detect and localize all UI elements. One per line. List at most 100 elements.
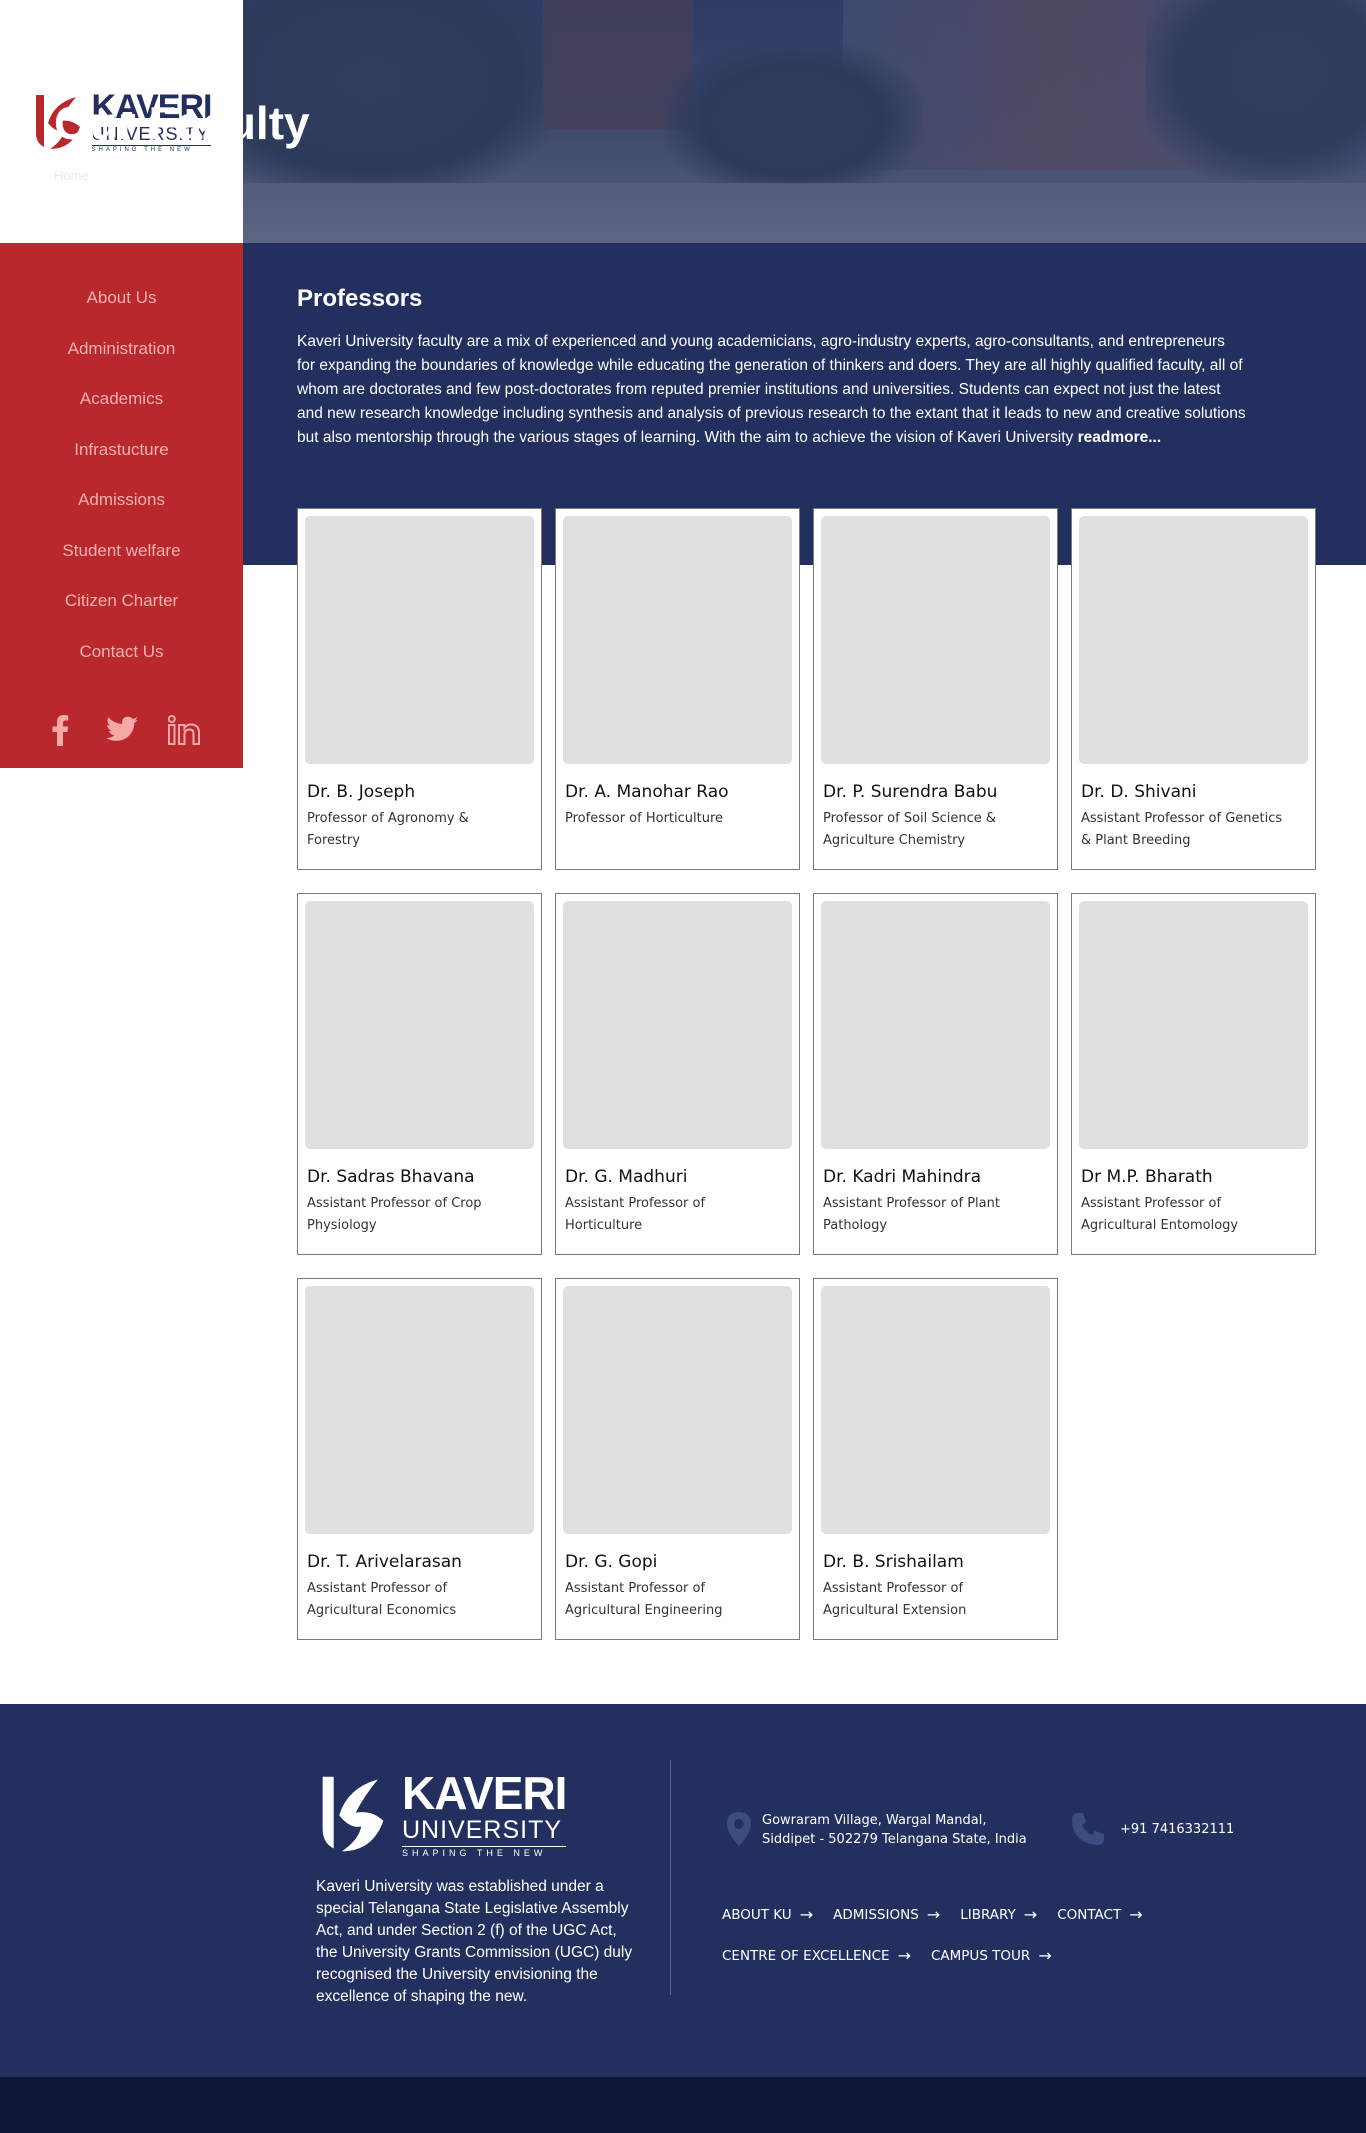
faculty-name: Dr. P. Surendra Babu xyxy=(823,782,998,802)
faculty-card[interactable]: Dr. T. Arivelarasan Assistant Professor … xyxy=(297,1278,542,1640)
facebook-icon[interactable] xyxy=(43,713,77,747)
faculty-card[interactable]: Dr. B. Joseph Professor of Agronomy & Fo… xyxy=(297,508,542,870)
faculty-role: Assistant Professor of Agricultural Exte… xyxy=(823,1581,967,1618)
footer-address: Gowraram Village, Wargal Mandal, Siddipe… xyxy=(726,1811,1062,1849)
readmore-link[interactable]: readmore... xyxy=(1078,429,1162,446)
faculty-role: Assistant Professor of Genetics & Plant … xyxy=(1081,811,1283,848)
faculty-grid: Dr. B. Joseph Professor of Agronomy & Fo… xyxy=(297,508,1316,1640)
faculty-role: Assistant Professor of Crop Physiology xyxy=(307,1196,482,1233)
faculty-name: Dr. Sadras Bhavana xyxy=(307,1167,475,1187)
intro-paragraph: Kaveri University faculty are a mix of e… xyxy=(297,330,1247,450)
faculty-photo xyxy=(1079,901,1308,1149)
footer-bottom-bar xyxy=(0,2077,1366,2133)
footer-phone: +91 7416332111 xyxy=(1070,1811,1234,1847)
sidebar: About Us Administration Academics Infras… xyxy=(0,243,243,768)
faculty-photo xyxy=(305,901,534,1149)
breadcrumb-home[interactable]: Home xyxy=(54,168,89,183)
faculty-photo xyxy=(305,1286,534,1534)
sidebar-item-student-welfare[interactable]: Student welfare xyxy=(0,526,243,577)
arrow-right-icon: → xyxy=(926,1905,941,1924)
twitter-icon[interactable] xyxy=(105,713,139,747)
footer-link-admissions[interactable]: ADMISSIONS → xyxy=(833,1905,940,1924)
faculty-photo xyxy=(563,1286,792,1534)
faculty-card[interactable]: Dr. Kadri Mahindra Assistant Professor o… xyxy=(813,893,1058,1255)
footer-link-label: CENTRE OF EXCELLENCE xyxy=(722,1947,890,1964)
arrow-right-icon: → xyxy=(897,1946,911,1965)
phone-icon xyxy=(1072,1813,1104,1845)
faculty-photo xyxy=(821,516,1050,764)
footer xyxy=(0,1704,1366,2077)
footer-link-library[interactable]: LIBRARY → xyxy=(960,1905,1037,1924)
faculty-card[interactable]: Dr. B. Srishailam Assistant Professor of… xyxy=(813,1278,1058,1640)
faculty-card[interactable]: Dr M.P. Bharath Assistant Professor of A… xyxy=(1071,893,1316,1255)
footer-link-label: ADMISSIONS xyxy=(833,1906,919,1923)
faculty-role: Assistant Professor of Agricultural Engi… xyxy=(565,1581,723,1618)
footer-link-label: ABOUT KU xyxy=(722,1906,792,1923)
sidebar-item-contact-us[interactable]: Contact Us xyxy=(0,627,243,678)
sidebar-nav: About Us Administration Academics Infras… xyxy=(0,243,243,677)
faculty-role: Professor of Horticulture xyxy=(565,811,724,826)
faculty-photo xyxy=(1079,516,1308,764)
linkedin-icon[interactable] xyxy=(167,713,201,747)
sidebar-item-academics[interactable]: Academics xyxy=(0,374,243,425)
footer-links: ABOUT KU → ADMISSIONS → LIBRARY → CONTACT → … xyxy=(722,1905,1282,1965)
faculty-role: Professor of Soil Science & Agriculture … xyxy=(823,811,997,848)
footer-divider xyxy=(670,1760,671,1995)
footer-about-text: Kaveri University was established under … xyxy=(316,1878,633,2005)
social-links xyxy=(0,713,243,747)
footer-link-campus-tour[interactable]: CAMPUS TOUR → xyxy=(931,1946,1052,1965)
faculty-card[interactable]: Dr. G. Madhuri Assistant Professor of Ho… xyxy=(555,893,800,1255)
faculty-name: Dr. T. Arivelarasan xyxy=(307,1552,462,1572)
faculty-card[interactable]: Dr. G. Gopi Assistant Professor of Agric… xyxy=(555,1278,800,1640)
section-title: Professors xyxy=(297,285,423,312)
address-line-2: Siddipet - 502279 Telangana State, India xyxy=(762,1832,1027,1847)
faculty-name: Dr. B. Joseph xyxy=(307,782,416,802)
sidebar-item-admissions[interactable]: Admissions xyxy=(0,475,243,526)
footer-brand-tagline: SHAPING THE NEW xyxy=(402,1846,567,1858)
faculty-name: Dr. A. Manohar Rao xyxy=(565,782,729,802)
location-pin-icon xyxy=(727,1812,751,1846)
faculty-card[interactable]: Dr. Sadras Bhavana Assistant Professor o… xyxy=(297,893,542,1255)
hero-overlay xyxy=(243,0,1366,243)
faculty-photo xyxy=(305,516,534,764)
footer-link-contact[interactable]: CONTACT → xyxy=(1057,1905,1142,1924)
footer-brand-name: KAVERI xyxy=(402,1767,567,1819)
sidebar-item-citizen-charter[interactable]: Citizen Charter xyxy=(0,576,243,627)
sidebar-item-about-us[interactable]: About Us xyxy=(0,273,243,324)
faculty-name: Dr M.P. Bharath xyxy=(1081,1167,1213,1187)
faculty-card[interactable]: Dr. A. Manohar Rao Professor of Horticul… xyxy=(555,508,800,870)
kaveri-logo-mark-icon xyxy=(322,1776,384,1852)
faculty-photo xyxy=(821,901,1050,1149)
footer-brand-sub: UNIVERSITY xyxy=(402,1816,563,1844)
arrow-right-icon: → xyxy=(799,1905,814,1924)
faculty-photo xyxy=(563,516,792,764)
faculty-card[interactable]: Dr. P. Surendra Babu Professor of Soil S… xyxy=(813,508,1058,870)
phone-number[interactable]: +91 7416332111 xyxy=(1120,1822,1234,1837)
faculty-name: Dr. G. Gopi xyxy=(565,1552,658,1572)
footer-link-about-ku[interactable]: ABOUT KU → xyxy=(722,1905,813,1924)
faculty-photo xyxy=(821,1286,1050,1534)
faculty-role: Assistant Professor of Agricultural Econ… xyxy=(307,1581,457,1618)
breadcrumb: Home >> knowusbetter xyxy=(54,168,188,183)
footer-logo[interactable]: KAVERI UNIVERSITY SHAPING THE NEW xyxy=(316,1767,567,1858)
faculty-name: Dr. G. Madhuri xyxy=(565,1167,688,1187)
faculty-role: Assistant Professor of Plant Pathology xyxy=(823,1196,1000,1233)
sidebar-item-administration[interactable]: Administration xyxy=(0,324,243,375)
faculty-photo xyxy=(563,901,792,1149)
hero-banner xyxy=(243,0,1366,243)
footer-link-label: CONTACT xyxy=(1057,1906,1122,1923)
footer-link-label: LIBRARY xyxy=(960,1906,1016,1923)
faculty-card[interactable]: Dr. D. Shivani Assistant Professor of Ge… xyxy=(1071,508,1316,870)
breadcrumb-current: knowusbetter xyxy=(111,168,189,183)
arrow-right-icon: → xyxy=(1129,1905,1143,1924)
faculty-role: Professor of Agronomy & Forestry xyxy=(307,811,469,848)
faculty-name: Dr. Kadri Mahindra xyxy=(823,1167,982,1187)
faculty-name: Dr. B. Srishailam xyxy=(823,1552,964,1572)
sidebar-item-infrastucture[interactable]: Infrastucture xyxy=(0,425,243,476)
footer-link-centre-of-excellence[interactable]: CENTRE OF EXCELLENCE → xyxy=(722,1946,911,1965)
faculty-role: Assistant Professor of Horticulture xyxy=(565,1196,706,1233)
faculty-name: Dr. D. Shivani xyxy=(1081,782,1197,802)
arrow-right-icon: → xyxy=(1038,1946,1052,1965)
arrow-right-icon: → xyxy=(1023,1905,1038,1924)
address-line-1: Gowraram Village, Wargal Mandal, xyxy=(762,1813,987,1828)
